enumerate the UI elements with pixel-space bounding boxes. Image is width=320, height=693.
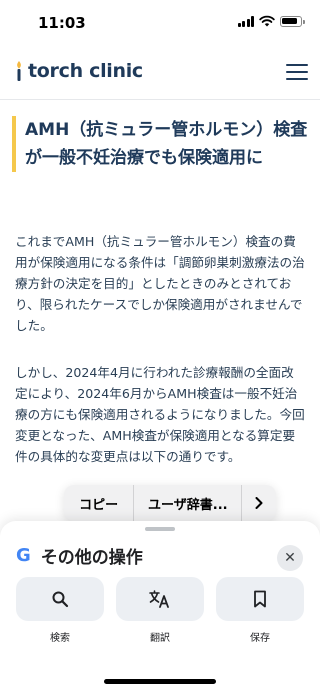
logo-text: torch clinic <box>28 60 143 82</box>
more-actions-sheet: G その他の操作 ✕ 検索 翻訳 保存 <box>0 521 320 693</box>
article-paragraph: これまでAMH（抗ミュラー管ホルモン）検査の費用が保険適用になる条件は「調節卵巣… <box>15 234 305 333</box>
sheet-header: G その他の操作 <box>16 543 143 568</box>
search-button[interactable] <box>16 577 104 621</box>
home-indicator[interactable] <box>104 679 216 684</box>
close-icon[interactable]: ✕ <box>277 545 303 571</box>
translate-icon <box>149 590 169 608</box>
status-time: 11:03 <box>38 14 86 32</box>
save-button[interactable] <box>216 577 304 621</box>
header-divider <box>0 99 320 100</box>
save-action[interactable]: 保存 <box>216 577 304 644</box>
translate-button[interactable] <box>116 577 204 621</box>
translate-label: 翻訳 <box>150 633 170 644</box>
google-logo: G <box>16 545 31 566</box>
translate-action[interactable]: 翻訳 <box>116 577 204 644</box>
battery-icon <box>280 15 305 27</box>
sheet-handle[interactable] <box>145 527 175 531</box>
search-action[interactable]: 検索 <box>16 577 104 644</box>
wifi-icon <box>259 15 275 27</box>
search-label: 検索 <box>50 633 70 644</box>
text-context-menu: コピー ユーザ辞書... <box>64 485 276 521</box>
save-label: 保存 <box>250 633 270 644</box>
sheet-title: その他の操作 <box>40 548 143 568</box>
article-paragraph: しかし、2024年4月に行われた診療報酬の全面改定により、2024年6月からAM… <box>15 365 305 464</box>
hamburger-icon[interactable] <box>286 64 308 82</box>
chevron-right-icon[interactable] <box>242 485 276 521</box>
bookmark-icon <box>254 590 266 608</box>
copy-button[interactable]: コピー <box>64 485 133 521</box>
user-dictionary-button[interactable]: ユーザ辞書... <box>133 485 243 521</box>
torch-icon <box>17 61 21 81</box>
site-header: torch clinic <box>0 52 320 96</box>
status-icons <box>237 15 305 27</box>
search-icon <box>52 591 69 608</box>
signal-icon <box>237 15 254 27</box>
status-bar: 11:03 <box>0 0 320 44</box>
logo[interactable]: torch clinic <box>14 60 143 82</box>
article-title: AMH（抗ミュラー管ホルモン）検査が一般不妊治療でも保険適用に <box>12 116 315 172</box>
